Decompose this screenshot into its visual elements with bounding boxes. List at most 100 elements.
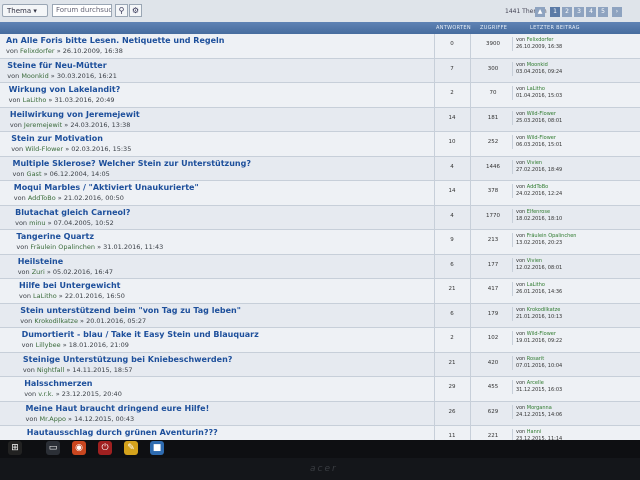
topic-author[interactable]: Wild-Flower [25,145,63,153]
topic-row[interactable]: Stein zur Motivation von Wild-Flower » 0… [0,132,640,157]
last-post-author[interactable]: Morganna [527,405,552,411]
last-post-author[interactable]: Vivien [527,160,542,166]
topic-author[interactable]: Lillybee [36,341,61,349]
topic-row[interactable]: Hautausschlag durch grünen Aventurin??? … [0,426,640,440]
last-post: von Arcelle 31.12.2015, 16:03 [512,380,636,394]
topic-title[interactable]: An Alle Foris bitte Lesen. Netiquette un… [6,36,224,45]
topic-title[interactable]: Steine für Neu-Mütter [7,61,106,70]
topic-row[interactable]: Multiple Sklerose? Welcher Stein zur Unt… [0,156,640,181]
topic-author[interactable]: Zuri [32,268,45,276]
topic-title[interactable]: Halsschmerzen [24,379,92,388]
last-post-author[interactable]: Felixdorfer [527,37,554,43]
last-post-date: 26.01.2016, 14:36 [516,289,563,295]
topic-author[interactable]: Gast [27,170,42,178]
topic-row[interactable]: Heilsteine von Zuri » 05.02.2016, 16:47 … [0,254,640,279]
last-post-author[interactable]: Moonkid [527,62,548,68]
view-count: 629 [487,408,499,415]
topic-author[interactable]: Krokodilkatze [34,317,78,325]
topic-row[interactable]: Hilfe bei Untergewicht von LaLitho » 22.… [0,279,640,304]
topic-author[interactable]: Nightfall [37,366,64,374]
last-post: von Elfenrose 18.02.2016, 18:10 [512,208,636,223]
page-5[interactable]: 5 [598,7,608,17]
last-post-author[interactable]: Wild-Flower [527,135,556,141]
topic-title[interactable]: Tangerine Quartz [16,232,94,241]
topic-title[interactable]: Steinige Unterstützung bei Kniebeschwerd… [23,355,233,364]
topic-author[interactable]: v.r.k. [38,390,53,398]
last-post-author[interactable]: AddToBo [527,184,548,190]
topic-row[interactable]: Moqui Marbles / "Aktiviert Unaukurierte"… [0,181,640,206]
page-1[interactable]: 1 [550,7,560,17]
gear-icon[interactable]: ⚙ [129,4,142,17]
search-input[interactable]: Forum durchsuchen... [52,4,112,17]
topic-title[interactable]: Hautausschlag durch grünen Aventurin??? [27,428,218,437]
topic-row[interactable]: Dumortierit - blau / Take it Easy Stein … [0,328,640,353]
last-post-date: 12.02.2016, 08:01 [516,264,563,271]
topic-row[interactable]: Halsschmerzen von v.r.k. » 23.12.2015, 2… [0,377,640,402]
topic-row[interactable]: Steinige Unterstützung bei Kniebeschwerd… [0,352,640,377]
sep-label: » [56,47,61,55]
search-icon[interactable]: ⚲ [115,4,128,17]
topic-title[interactable]: Heilsteine [18,257,63,266]
topic-title[interactable]: Wirkung von Lakelandit? [9,85,121,94]
answer-count: 14 [448,114,456,121]
topic-author[interactable]: LaLitho [23,96,47,104]
last-post-author[interactable]: Rosarit [527,356,544,362]
topic-title[interactable]: Stein unterstützend beim "von Tag zu Tag… [20,306,241,315]
topic-title[interactable]: Hilfe bei Untergewicht [19,281,120,290]
answer-count: 0 [450,41,454,47]
page-next-icon[interactable]: › [612,7,622,17]
paint-icon[interactable]: ✎ [124,441,138,455]
answer-count: 10 [448,139,456,145]
last-post-author[interactable]: Wild-Flower [527,111,556,117]
last-post-author[interactable]: LaLitho [527,282,545,288]
last-post-author[interactable]: Wild-Flower [527,331,556,337]
topic-author[interactable]: LaLitho [33,292,57,300]
von-label: von [516,208,526,215]
von-label: von [516,282,526,288]
topic-row[interactable]: An Alle Foris bitte Lesen. Netiquette un… [0,34,640,59]
topic-title[interactable]: Moqui Marbles / "Aktiviert Unaukurierte" [14,183,199,192]
topic-author[interactable]: minu [29,219,45,227]
topic-row[interactable]: Tangerine Quartz von Fräulein Opalinchen… [0,230,640,255]
topic-author[interactable]: Fräulein Opalinchen [30,243,95,251]
page-prev-icon[interactable]: ▲ [535,7,545,17]
topic-title[interactable]: Multiple Sklerose? Welcher Stein zur Unt… [13,159,251,168]
new-topic-button[interactable]: Thema ▾ [2,4,48,17]
answer-count: 21 [448,286,456,292]
topic-row[interactable]: Stein unterstützend beim "von Tag zu Tag… [0,303,640,328]
topic-author[interactable]: Mr.Appo [40,415,66,423]
page-3[interactable]: 3 [574,7,584,17]
last-post: von AddToBo 24.02.2016, 12:24 [512,184,636,198]
last-post-author[interactable]: Hanni [527,429,542,435]
page-2[interactable]: 2 [562,7,572,17]
von-label: von [22,365,35,374]
last-post-author[interactable]: LaLitho [527,86,545,92]
last-post-author[interactable]: Arcelle [527,380,544,386]
last-post-author[interactable]: Krokodilkatze [527,307,561,313]
start-icon[interactable]: ⊞ [8,441,22,455]
explorer-icon[interactable]: ▭ [46,441,60,455]
last-post-author[interactable]: Elfenrose [527,209,550,215]
last-post-author[interactable]: Fräulein Opalinchen [527,233,577,239]
app-icon[interactable]: ■ [150,441,164,455]
power-icon[interactable]: ⏻ [98,441,112,455]
topic-row[interactable]: Blutachat gleich Carneol? von minu » 07.… [0,205,640,230]
topic-title[interactable]: Heilwirkung von Jeremejewit [10,110,140,119]
topic-title[interactable]: Meine Haut braucht dringend eure Hilfe! [26,404,210,413]
topic-title[interactable]: Dumortierit - blau / Take it Easy Stein … [22,330,259,339]
topic-author[interactable]: Moonkid [21,72,48,80]
answer-count: 9 [450,237,454,243]
topic-row[interactable]: Heilwirkung von Jeremejewit von Jeremeje… [0,107,640,132]
last-post-author[interactable]: Vivien [527,258,542,264]
topic-title[interactable]: Blutachat gleich Carneol? [15,208,130,217]
topic-title[interactable]: Stein zur Motivation [11,134,103,143]
topic-author[interactable]: AddToBo [28,194,56,202]
firefox-icon[interactable]: ◉ [72,441,86,455]
topic-row[interactable]: Steine für Neu-Mütter von Moonkid » 30.0… [0,58,640,83]
page-4[interactable]: 4 [586,7,596,17]
topic-author[interactable]: Felixdorfer [20,47,55,55]
topic-row[interactable]: Wirkung von Lakelandit? von LaLitho » 31… [0,83,640,108]
topic-row[interactable]: Meine Haut braucht dringend eure Hilfe! … [0,401,640,426]
topic-meta: von LaLitho » 22.01.2016, 16:50 [19,292,125,300]
topic-author[interactable]: Jeremejewit [24,121,62,129]
